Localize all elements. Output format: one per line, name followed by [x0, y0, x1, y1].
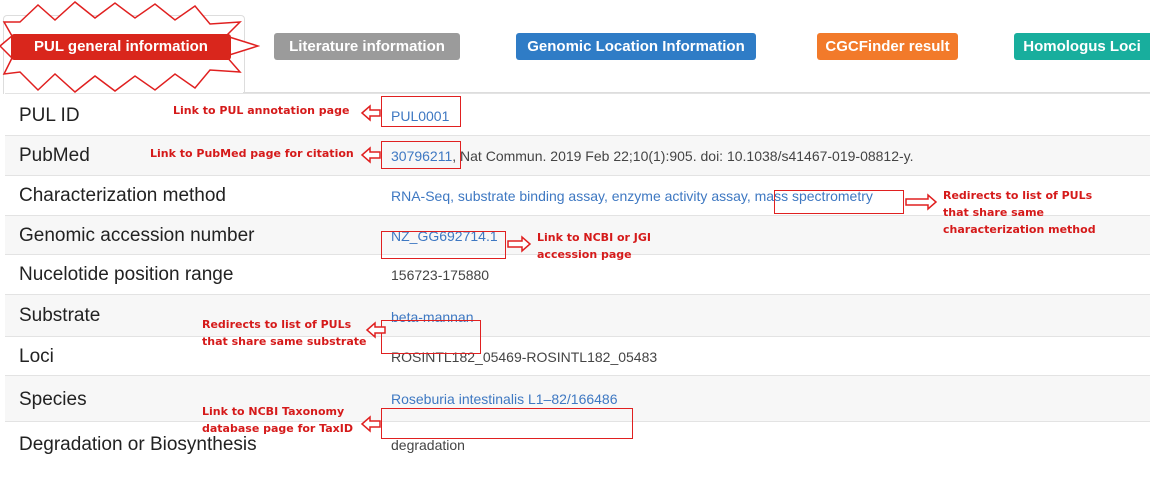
annotation-species-1: Link to NCBI Taxonomy: [202, 405, 345, 418]
annotation-species-2: database page for TaxID: [202, 422, 353, 435]
arrow-right-icon: [905, 193, 938, 211]
arrow-right-icon: [507, 235, 532, 253]
annotation-pubmed: Link to PubMed page for citation: [150, 147, 354, 160]
annotation-method-2: that share same: [943, 206, 1045, 219]
annotation-substrate-1: Redirects to list of PULs: [202, 318, 352, 331]
arrow-left-icon: [360, 146, 381, 164]
arrow-left-icon: [365, 321, 386, 339]
annotation-accession-2: accession page: [537, 248, 632, 261]
annotation-substrate-2: that share same substrate: [202, 335, 367, 348]
arrow-left-icon: [360, 104, 381, 122]
annotation-method-3: characterization method: [943, 223, 1096, 236]
annotation-method-1: Redirects to list of PULs: [943, 189, 1093, 202]
arrow-left-icon: [360, 415, 381, 433]
annotation-pul-id: Link to PUL annotation page: [173, 104, 350, 117]
annotation-accession-1: Link to NCBI or JGI: [537, 231, 652, 244]
